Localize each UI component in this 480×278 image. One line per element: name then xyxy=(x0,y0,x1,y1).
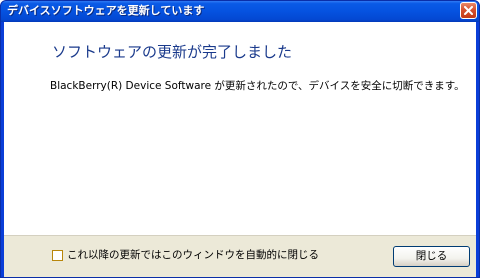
dialog-body: ソフトウェアの更新が完了しました BlackBerry(R) Device So… xyxy=(4,22,476,277)
dialog-window: デバイスソフトウェアを更新しています ソフトウェアの更新が完了しました Blac… xyxy=(0,0,480,278)
title-bar[interactable]: デバイスソフトウェアを更新しています xyxy=(1,1,479,22)
close-button[interactable]: 閉じる xyxy=(393,246,470,267)
auto-close-checkbox[interactable] xyxy=(52,250,63,261)
auto-close-option[interactable]: これ以降の更新ではこのウィンドウを自動的に閉じる xyxy=(52,249,319,262)
window-title: デバイスソフトウェアを更新しています xyxy=(7,4,205,17)
window-close-button[interactable] xyxy=(460,2,477,19)
completion-heading: ソフトウェアの更新が完了しました xyxy=(52,43,293,61)
completion-message: BlackBerry(R) Device Software が更新されたので、デ… xyxy=(50,80,465,92)
auto-close-label[interactable]: これ以降の更新ではこのウィンドウを自動的に閉じる xyxy=(67,249,319,262)
dialog-footer: これ以降の更新ではこのウィンドウを自動的に閉じる 閉じる xyxy=(4,235,476,277)
close-icon xyxy=(464,6,473,15)
